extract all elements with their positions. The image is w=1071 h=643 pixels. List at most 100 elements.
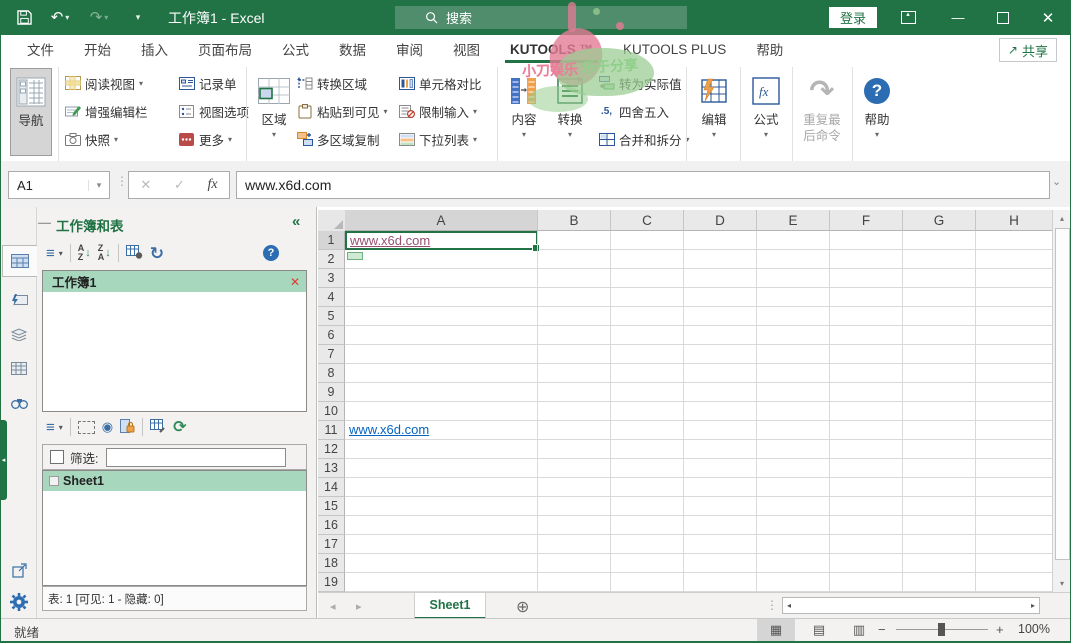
merge-split-button[interactable]: 合并和拆分 ▾ [598, 127, 690, 151]
pane-drag-handle[interactable]: — [38, 215, 51, 230]
column-header[interactable]: E [757, 210, 830, 231]
sheet-item-checkbox[interactable] [49, 476, 59, 486]
search-input[interactable]: 搜索 [395, 6, 687, 29]
workbook-list-item[interactable]: 工作簿1 ✕ [43, 271, 306, 292]
page-break-view-button[interactable]: ▥ [840, 619, 878, 641]
column-header[interactable]: G [903, 210, 976, 231]
cancel-icon[interactable]: ✕ [140, 177, 151, 193]
ribbon-tab[interactable]: 数据 [324, 35, 381, 63]
multi-range-copy-button[interactable]: 多区域复制 [296, 127, 380, 151]
maximize-button[interactable] [980, 0, 1026, 35]
column-header[interactable]: F [830, 210, 903, 231]
select-range-button[interactable] [78, 421, 95, 434]
formula-input[interactable]: www.x6d.com [236, 171, 1050, 199]
insert-function-icon[interactable]: fx [208, 177, 218, 193]
pane-settings-button[interactable] [3, 587, 35, 617]
repeat-last-command-button[interactable]: ↷ 重复最后命令 [796, 68, 848, 154]
sheet-menu-icon[interactable]: ≡ [46, 420, 55, 435]
close-workbook-icon[interactable]: ✕ [290, 275, 300, 289]
vertical-scrollbar[interactable]: ▴ ▾ [1052, 210, 1071, 592]
cell-a11-link[interactable]: www.x6d.com [349, 422, 429, 437]
enhanced-edit-bar-button[interactable]: 增强编辑栏 [64, 99, 148, 123]
expand-formula-bar-icon[interactable]: ⌄ [1052, 175, 1061, 188]
row-header[interactable]: 12 [318, 440, 345, 459]
range-button[interactable]: 区域 ▾ [252, 68, 296, 154]
cell-a1-link[interactable]: www.x6d.com [347, 233, 430, 248]
reading-view-button[interactable]: 阅读视图 ▾ [64, 71, 143, 95]
paste-to-visible-button[interactable]: 粘贴到可见 ▾ [296, 99, 388, 123]
zoom-in-button[interactable]: + [996, 622, 1004, 637]
selected-cell-a1[interactable]: www.x6d.com [345, 231, 538, 250]
select-all-corner[interactable] [318, 210, 346, 232]
ribbon-tab[interactable]: 帮助 [741, 35, 798, 63]
prev-sheet-icon[interactable]: ◂ [330, 593, 336, 619]
grid-body[interactable]: www.x6d.com www.x6d.com [345, 231, 1053, 592]
row-header[interactable]: 15 [318, 497, 345, 516]
sheet-options-button[interactable] [150, 419, 166, 436]
transform-range-button[interactable]: 转换区域 [296, 71, 367, 95]
row-header[interactable]: 8 [318, 364, 345, 383]
add-sheet-button[interactable]: ⊕ [516, 597, 529, 617]
sort-za-button[interactable]: ZA↓ [98, 244, 111, 262]
column-header[interactable]: D [684, 210, 757, 231]
refresh-workbooks-button[interactable]: ↻ [150, 245, 164, 262]
save-button[interactable] [10, 0, 38, 35]
edit-button[interactable]: 编辑 ▾ [692, 68, 736, 154]
zoom-out-button[interactable]: − [878, 622, 886, 637]
name-box[interactable]: A1 ▾ [8, 171, 110, 199]
content-button[interactable]: 内容 ▾ [503, 68, 545, 154]
ribbon-tab[interactable]: 文件 [12, 35, 69, 63]
collapse-pane-icon[interactable]: « [292, 213, 300, 230]
row-header[interactable]: 17 [318, 535, 345, 554]
enter-icon[interactable]: ✓ [174, 177, 185, 193]
compare-cells-button[interactable]: 单元格对比 [398, 71, 482, 95]
column-header[interactable]: C [611, 210, 684, 231]
ribbon-tab[interactable]: KUTOOLS ™ [495, 35, 608, 63]
help-button[interactable]: ? 帮助 ▾ [857, 68, 897, 154]
undo-button[interactable]: ↶ ▾ [45, 0, 75, 35]
page-layout-view-button[interactable]: ▤ [800, 619, 838, 641]
name-box-caret-icon[interactable]: ▾ [88, 180, 109, 191]
zoom-slider-thumb[interactable] [938, 623, 945, 636]
view-options-button[interactable]: 视图选项 [178, 99, 249, 123]
ribbon-tab[interactable]: KUTOOLS PLUS [608, 35, 741, 63]
row-header[interactable]: 5 [318, 307, 345, 326]
row-header[interactable]: 4 [318, 288, 345, 307]
snap-button[interactable]: 快照 ▾ [64, 127, 118, 151]
refresh-sheets-button[interactable]: ⟳ [173, 417, 186, 437]
to-actual-button[interactable]: 转为实际值 [598, 71, 682, 95]
ribbon-tab[interactable]: 插入 [126, 35, 183, 63]
row-header[interactable]: 10 [318, 402, 345, 421]
row-header[interactable]: 14 [318, 478, 345, 497]
column-header[interactable]: A [345, 210, 538, 231]
column-header[interactable]: B [538, 210, 611, 231]
redo-button[interactable]: ↷ ▾ [84, 0, 114, 35]
formula-button[interactable]: fx 公式 ▾ [745, 68, 787, 154]
normal-view-button[interactable]: ▦ [757, 619, 795, 641]
rail-tab-clipboard[interactable] [3, 319, 35, 349]
row-header[interactable]: 7 [318, 345, 345, 364]
ribbon-display-options-button[interactable]: ▴ [885, 0, 931, 35]
vertical-scroll-thumb[interactable] [1055, 228, 1070, 560]
hyperlink-smart-tag[interactable] [347, 252, 363, 260]
row-header[interactable]: 18 [318, 554, 345, 573]
row-header[interactable]: 19 [318, 573, 345, 592]
more-button[interactable]: 更多 ▾ [178, 127, 232, 151]
workbook-options-button[interactable] [126, 245, 143, 262]
pane-popout-button[interactable] [3, 555, 35, 585]
rail-tab-find[interactable] [3, 387, 35, 417]
prevent-typing-button[interactable]: 限制输入 ▾ [398, 99, 477, 123]
scroll-down-icon[interactable]: ▾ [1053, 575, 1071, 592]
filter-checkbox[interactable] [50, 450, 64, 464]
protect-sheet-button[interactable] [120, 419, 135, 436]
data-form-button[interactable]: 记录单 [178, 71, 237, 95]
share-button[interactable]: ↗ 共享 [999, 38, 1057, 62]
column-header[interactable]: H [976, 210, 1053, 231]
workbook-menu-icon[interactable]: ≡ [46, 246, 55, 261]
horizontal-scrollbar[interactable]: ◂ ▸ [782, 597, 1040, 614]
scroll-up-icon[interactable]: ▴ [1053, 210, 1071, 227]
ribbon-tab[interactable]: 审阅 [381, 35, 438, 63]
pane-help-button[interactable]: ? [263, 245, 279, 261]
round-button[interactable]: .5, 四舍五入 [598, 99, 669, 123]
ribbon-tab[interactable]: 页面布局 [183, 35, 267, 63]
